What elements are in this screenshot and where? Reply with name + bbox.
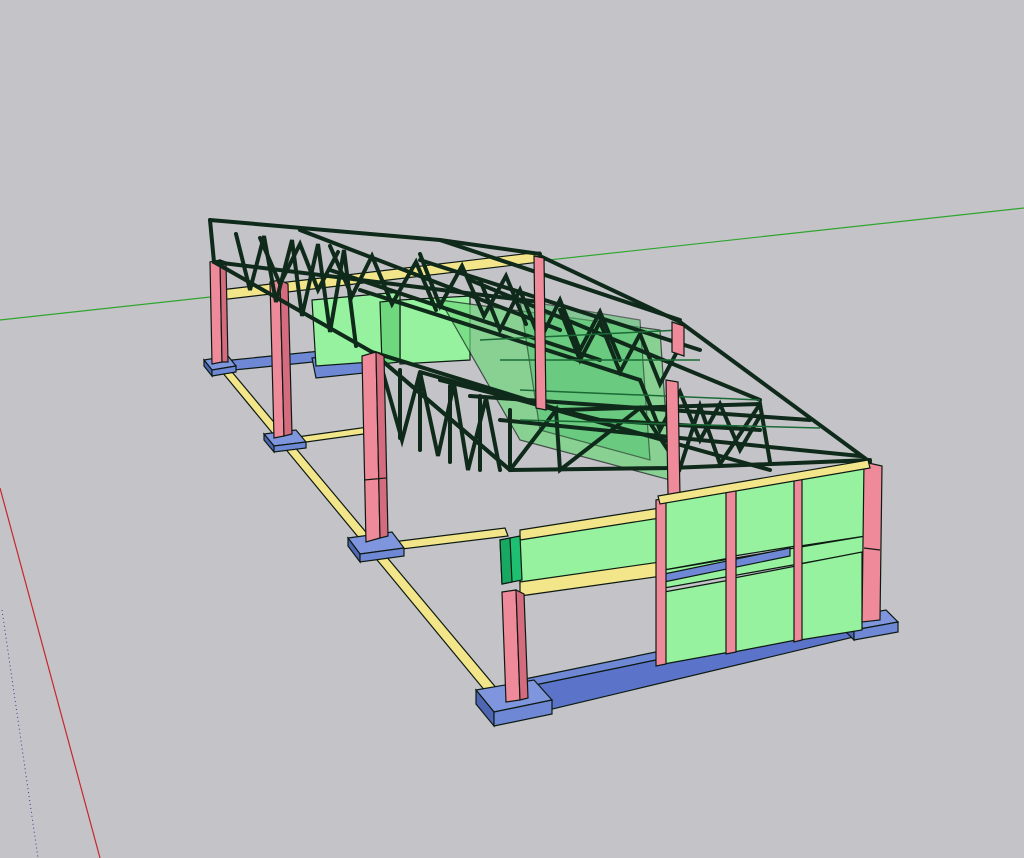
column-right-mid-lower — [665, 379, 681, 497]
wall-panel-lower-3 — [799, 551, 863, 641]
3d-scene[interactable] — [0, 0, 1024, 858]
back-gable-left — [208, 218, 216, 264]
wall-column-3 — [793, 473, 803, 643]
column-back-1-side — [219, 259, 229, 363]
column-rear-right — [533, 255, 547, 411]
wall-column-4 — [861, 461, 883, 623]
front-left-column-group — [361, 351, 389, 543]
corner-block-front — [499, 537, 513, 585]
wall-panel-lower-2 — [733, 565, 797, 653]
wall-panel-lower-1 — [663, 579, 731, 665]
long-tie-beam-left — [220, 371, 500, 693]
cross-tie-beam-2 — [391, 527, 509, 551]
blue-axis-hidden — [1, 609, 39, 858]
column-right-mid — [671, 321, 685, 357]
modeling-viewport[interactable] — [0, 0, 1024, 858]
red-axis — [0, 487, 101, 858]
wall-column-1 — [655, 497, 667, 667]
wall-column-2 — [725, 485, 737, 655]
